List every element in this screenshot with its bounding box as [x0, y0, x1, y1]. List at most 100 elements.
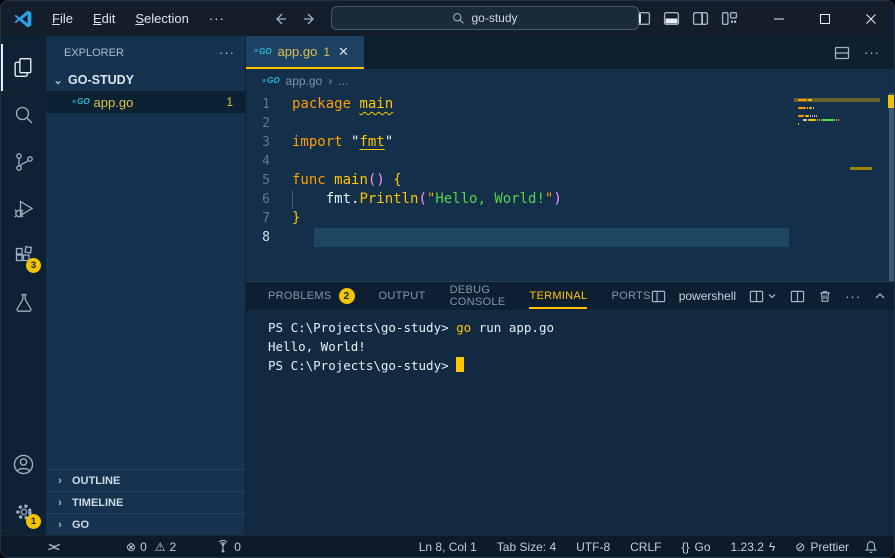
- tab-app-go[interactable]: GO app.go 1 ✕: [246, 36, 364, 69]
- toggle-panel-icon[interactable]: [663, 10, 680, 27]
- panel-tab-output[interactable]: OUTPUT: [379, 282, 426, 310]
- source-control-icon[interactable]: [1, 138, 46, 185]
- settings-gear-icon[interactable]: 1: [1, 488, 46, 535]
- panel-tab-problems[interactable]: PROBLEMS2: [268, 282, 355, 310]
- kill-terminal-icon[interactable]: [818, 289, 832, 304]
- terminal-line-1: PS C:\Projects\go-study> go run app.go: [268, 318, 894, 337]
- customize-layout-icon[interactable]: [721, 10, 738, 27]
- terminal-shell-name[interactable]: powershell: [679, 289, 736, 303]
- code-line-8[interactable]: 8: [246, 228, 894, 247]
- panel-tab-debug-console[interactable]: DEBUG CONSOLE: [450, 282, 506, 310]
- ports-status[interactable]: 0: [211, 536, 246, 558]
- minimize-button[interactable]: [756, 1, 802, 36]
- menu-selection[interactable]: Selection: [126, 7, 197, 30]
- status-label: UTF-8: [576, 540, 610, 554]
- go-file-icon: GO: [72, 98, 90, 106]
- status-eol[interactable]: CRLF: [623, 536, 668, 558]
- sidebar-section-go[interactable]: ›GO: [46, 513, 245, 535]
- chevron-right-icon: ›: [54, 497, 66, 509]
- editor-more-icon[interactable]: ···: [864, 45, 880, 60]
- terminal-view[interactable]: PS C:\Projects\go-study> go run app.goHe…: [246, 310, 894, 535]
- breadcrumb[interactable]: GO app.go › ...: [246, 69, 894, 93]
- extensions-icon[interactable]: 3: [1, 232, 46, 279]
- sidebar-section-timeline[interactable]: ›TIMELINE: [46, 491, 245, 513]
- minimap[interactable]: [794, 97, 880, 157]
- editor-scrollbar[interactable]: [889, 93, 894, 281]
- error-icon: ⊗: [126, 540, 136, 554]
- minimap-line: [798, 99, 812, 101]
- tab-close-icon[interactable]: ✕: [338, 44, 349, 60]
- menu-file[interactable]: File: [43, 7, 82, 30]
- sidebar-section-outline[interactable]: ›OUTLINE: [46, 469, 245, 491]
- status-language-mode[interactable]: {}Go: [674, 536, 717, 558]
- status-label: Go: [695, 540, 711, 554]
- layout-controls: [634, 10, 738, 27]
- search-view-icon[interactable]: [1, 91, 46, 138]
- panel-tab-terminal[interactable]: TERMINAL: [529, 282, 587, 310]
- status-label: Ln 8, Col 1: [419, 540, 477, 554]
- status-label: Tab Size: 4: [497, 540, 556, 554]
- menu-more-icon[interactable]: ···: [200, 7, 234, 30]
- status-go-version[interactable]: 1.23.2ϟ: [724, 536, 783, 558]
- code-editor[interactable]: 1package main23import "fmt"45func main()…: [246, 93, 894, 281]
- line-number: 1: [246, 95, 292, 114]
- code-line-5[interactable]: 5func main() {: [246, 171, 894, 190]
- go-version-icon: ϟ: [769, 540, 775, 554]
- run-debug-icon[interactable]: [1, 185, 46, 232]
- command-center-search[interactable]: go-study: [331, 6, 639, 30]
- line-number: 3: [246, 133, 292, 152]
- accounts-icon[interactable]: [1, 441, 46, 488]
- line-number: 5: [246, 171, 292, 190]
- vscode-logo-icon: [13, 9, 33, 29]
- split-terminal-icon[interactable]: [790, 289, 805, 304]
- sidebar-header: EXPLORER ···: [46, 36, 245, 69]
- line-number: 4: [246, 152, 292, 171]
- close-button[interactable]: [848, 1, 894, 36]
- split-editor-icon[interactable]: [834, 45, 850, 61]
- notifications-bell-icon[interactable]: [864, 540, 878, 554]
- forward-arrow-icon[interactable]: [302, 11, 318, 27]
- tab-problem-badge: 1: [323, 45, 330, 59]
- breadcrumb-file: app.go: [286, 74, 323, 88]
- status-formatter[interactable]: ⊘Prettier: [788, 536, 856, 558]
- explorer-icon[interactable]: [1, 44, 46, 91]
- toggle-secondary-sidebar-icon[interactable]: [692, 10, 709, 27]
- file-problem-badge: 1: [226, 95, 233, 109]
- go-file-icon: GO: [262, 77, 280, 85]
- back-arrow-icon[interactable]: [272, 11, 288, 27]
- new-terminal-dropdown-icon[interactable]: [749, 289, 777, 304]
- panel-more-icon[interactable]: ···: [845, 289, 861, 304]
- window-controls: [634, 1, 894, 36]
- maximize-button[interactable]: [802, 1, 848, 36]
- menubar: FileEditSelection···: [43, 7, 234, 30]
- menu-edit[interactable]: Edit: [84, 7, 124, 30]
- minimap-line: [798, 107, 814, 109]
- section-label: GO: [72, 519, 89, 531]
- sidebar-explorer: EXPLORER ··· ⌄ GO-STUDY GO app.go 1 ›OUT…: [46, 36, 246, 535]
- radio-tower-icon: [216, 540, 230, 554]
- problems-status[interactable]: ⊗ 0 ⚠ 2: [121, 536, 181, 558]
- folder-row-go-study[interactable]: ⌄ GO-STUDY: [46, 69, 245, 91]
- code-line-7[interactable]: 7}: [246, 209, 894, 228]
- maximize-panel-icon[interactable]: [874, 290, 886, 302]
- panel-header: PROBLEMS2 OUTPUT DEBUG CONSOLE TERMINAL PORT…: [246, 282, 894, 310]
- status-tab-size[interactable]: Tab Size: 4: [490, 536, 563, 558]
- status-encoding[interactable]: UTF-8: [569, 536, 617, 558]
- panel-tab-ports[interactable]: PORTS: [611, 282, 650, 310]
- code-line-6[interactable]: 6 fmt.Println("Hello, World!"): [246, 190, 894, 209]
- status-cursor-position[interactable]: Ln 8, Col 1: [412, 536, 484, 558]
- chevron-down-icon: ⌄: [52, 74, 64, 87]
- minimap-line: [798, 119, 839, 121]
- file-row-app-go[interactable]: GO app.go 1: [46, 91, 245, 113]
- search-icon: [452, 12, 465, 25]
- panel-tab-label: DEBUG CONSOLE: [450, 284, 506, 308]
- titlebar: FileEditSelection··· go-study: [1, 1, 894, 36]
- remote-indicator[interactable]: ><: [41, 536, 64, 558]
- explorer-more-icon[interactable]: ···: [219, 45, 235, 60]
- breadcrumb-symbol: ...: [338, 74, 348, 88]
- testing-icon[interactable]: [1, 279, 46, 326]
- panel-tab-label: PROBLEMS: [268, 290, 332, 302]
- tab-bar: GO app.go 1 ✕ ···: [246, 36, 894, 69]
- go-file-icon: GO: [254, 48, 272, 56]
- minimap-line: [798, 123, 799, 125]
